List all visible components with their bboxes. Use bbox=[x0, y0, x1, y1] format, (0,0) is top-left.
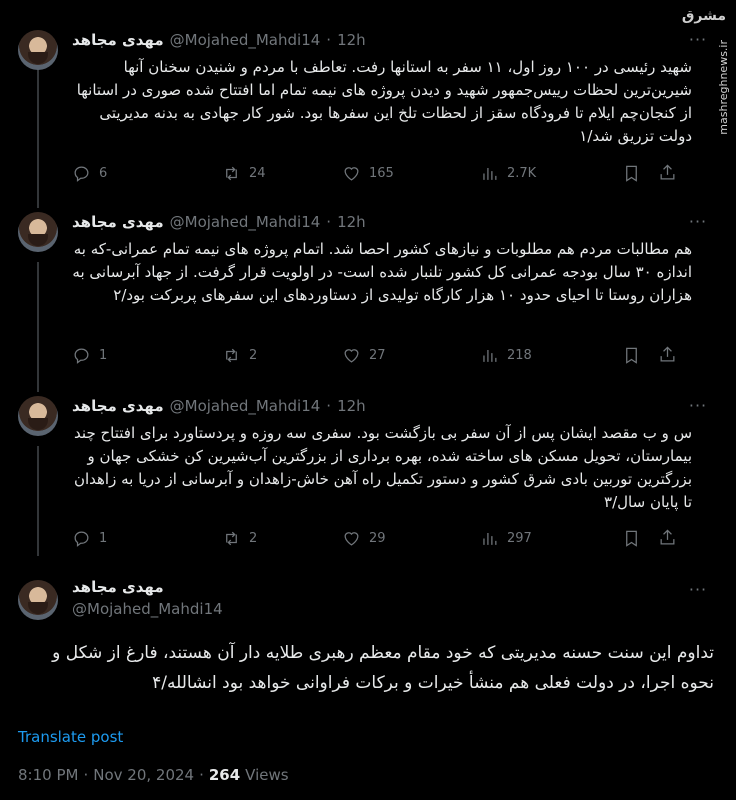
views-count: 218 bbox=[507, 347, 532, 363]
author-name[interactable]: مهدی مجاهد bbox=[72, 397, 164, 415]
reply-count: 6 bbox=[99, 165, 108, 181]
author-handle[interactable]: @Mojahed_Mahdi14 bbox=[170, 31, 321, 49]
author-name[interactable]: مهدی مجاهد bbox=[72, 213, 164, 231]
author-handle[interactable]: @Mojahed_Mahdi14 bbox=[170, 213, 321, 231]
thread-line bbox=[37, 446, 39, 556]
avatar[interactable] bbox=[18, 580, 58, 620]
more-options-icon[interactable]: ··· bbox=[688, 214, 708, 236]
like-button[interactable]: 29 bbox=[342, 529, 480, 548]
like-count: 29 bbox=[369, 530, 386, 546]
more-options-icon[interactable]: ··· bbox=[688, 32, 708, 54]
tweet-header: مهدی مجاهد @Mojahed_Mahdi14 · 12h bbox=[72, 396, 366, 416]
views-button[interactable]: 2.7K bbox=[480, 164, 622, 183]
watermark-site: mashreghnews.ir bbox=[717, 40, 730, 135]
tweet-time[interactable]: 12h bbox=[337, 397, 366, 415]
translate-post-link[interactable]: Translate post bbox=[18, 728, 123, 746]
share-button[interactable] bbox=[658, 163, 677, 186]
views-label: Views bbox=[245, 766, 289, 784]
separator: · bbox=[199, 766, 204, 784]
reply-count: 1 bbox=[99, 530, 108, 546]
views-icon bbox=[483, 349, 497, 362]
share-icon bbox=[660, 529, 675, 545]
tweet-header: مهدی مجاهد @Mojahed_Mahdi14 · 12h bbox=[72, 30, 366, 50]
separator: · bbox=[326, 31, 332, 49]
bookmark-button[interactable] bbox=[622, 529, 641, 548]
heart-icon bbox=[344, 166, 359, 181]
heart-icon bbox=[344, 531, 359, 546]
post-date[interactable]: Nov 20, 2024 bbox=[93, 766, 194, 784]
views-total: 264 bbox=[208, 766, 241, 784]
tweet-header: مهدی مجاهد @Mojahed_Mahdi14 · 12h bbox=[72, 212, 366, 232]
main-tweet-text: تداوم این سنت حسنه مدیریتی که خود مقام م… bbox=[52, 643, 714, 693]
heart-icon bbox=[344, 348, 359, 363]
share-icon bbox=[660, 346, 675, 362]
separator: · bbox=[326, 397, 332, 415]
views-icon bbox=[483, 532, 497, 545]
repost-count: 2 bbox=[249, 347, 258, 363]
bookmark-button[interactable] bbox=[622, 164, 641, 183]
post-time[interactable]: 8:10 PM bbox=[18, 766, 78, 784]
repost-count: 24 bbox=[249, 165, 266, 181]
post-meta: 8:10 PM · Nov 20, 2024 · 264 Views bbox=[18, 766, 289, 784]
tweet-time[interactable]: 12h bbox=[337, 31, 366, 49]
share-icon bbox=[660, 164, 675, 180]
like-count: 27 bbox=[369, 347, 386, 363]
separator: · bbox=[326, 213, 332, 231]
author-handle[interactable]: @Mojahed_Mahdi14 bbox=[170, 397, 321, 415]
repost-icon bbox=[226, 531, 237, 545]
bookmark-icon bbox=[626, 165, 637, 182]
avatar[interactable] bbox=[18, 396, 58, 436]
like-button[interactable]: 165 bbox=[342, 164, 480, 183]
reply-button[interactable]: 1 bbox=[72, 346, 222, 365]
views-button[interactable]: 297 bbox=[480, 529, 622, 548]
tweet-actions: 1 2 27 218 bbox=[72, 345, 644, 365]
thread-line bbox=[37, 62, 39, 208]
reply-button[interactable]: 1 bbox=[72, 529, 222, 548]
separator: · bbox=[83, 766, 89, 784]
avatar[interactable] bbox=[18, 30, 58, 70]
repost-button[interactable]: 2 bbox=[222, 346, 342, 365]
repost-button[interactable]: 2 bbox=[222, 529, 342, 548]
more-options-icon[interactable]: ··· bbox=[688, 398, 708, 420]
author-name[interactable]: مهدی مجاهد bbox=[72, 31, 164, 49]
share-button[interactable] bbox=[658, 345, 677, 368]
bookmark-icon bbox=[626, 530, 637, 547]
tweet-text: شهید رئیسی در ۱۰۰ روز اول، ۱۱ سفر به است… bbox=[76, 58, 692, 145]
reply-icon bbox=[74, 531, 89, 547]
views-count: 297 bbox=[507, 530, 532, 546]
reply-icon bbox=[74, 348, 89, 364]
views-count: 2.7K bbox=[507, 165, 537, 181]
avatar[interactable] bbox=[18, 212, 58, 252]
tweet-time[interactable]: 12h bbox=[337, 213, 366, 231]
like-count: 165 bbox=[369, 165, 394, 181]
share-button[interactable] bbox=[658, 528, 677, 551]
watermark-logo: مشرق bbox=[681, 8, 726, 24]
reply-count: 1 bbox=[99, 347, 108, 363]
tweet-text: هم مطالبات مردم هم مطلوبات و نیازهای کشو… bbox=[72, 240, 692, 304]
repost-count: 2 bbox=[249, 530, 258, 546]
author-name[interactable]: مهدی مجاهد bbox=[72, 578, 164, 596]
more-options-icon[interactable]: ··· bbox=[688, 582, 708, 604]
bookmark-icon bbox=[626, 347, 637, 364]
tweet-actions: 6 24 165 2.7K bbox=[72, 163, 644, 183]
repost-button[interactable]: 24 bbox=[222, 164, 342, 183]
repost-icon bbox=[226, 348, 237, 362]
tweet-text: س و ب مقصد ایشان پس از آن سفر بی بازگشت … bbox=[73, 424, 692, 511]
repost-icon bbox=[226, 166, 237, 180]
views-icon bbox=[483, 167, 497, 180]
tweet-actions: 1 2 29 297 bbox=[72, 528, 644, 548]
bookmark-button[interactable] bbox=[622, 346, 641, 365]
thread-line bbox=[37, 262, 39, 392]
author-handle[interactable]: @Mojahed_Mahdi14 bbox=[72, 600, 223, 618]
reply-icon bbox=[74, 166, 89, 182]
views-button[interactable]: 218 bbox=[480, 346, 622, 365]
like-button[interactable]: 27 bbox=[342, 346, 480, 365]
reply-button[interactable]: 6 bbox=[72, 164, 222, 183]
